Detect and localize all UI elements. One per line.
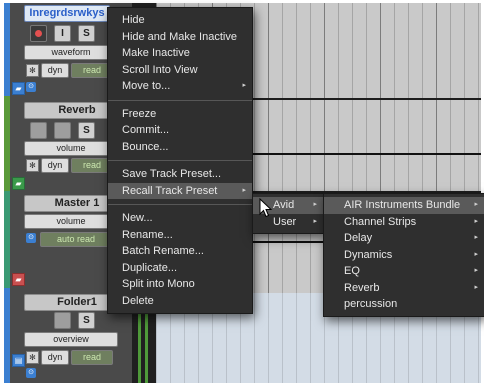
menu-item-label: Make Inactive: [122, 47, 190, 59]
menu-separator: [108, 160, 252, 161]
input-monitor-button[interactable]: [54, 122, 71, 139]
submenu-arrow-icon: ▸: [474, 217, 478, 225]
menu-separator: [108, 204, 252, 205]
menu-item-reverb[interactable]: Reverb ▸: [324, 280, 484, 297]
menu-item-label: New...: [122, 212, 153, 224]
menu-item-percussion[interactable]: percussion: [324, 296, 484, 313]
automation-mode-button[interactable]: auto read: [40, 232, 112, 247]
menu-item-recall-track-preset[interactable]: Recall Track Preset ▸: [108, 182, 252, 199]
track-view-selector[interactable]: volume: [24, 141, 118, 156]
menu-item-freeze[interactable]: Freeze: [108, 106, 252, 123]
folder-icon: ▤: [12, 354, 25, 367]
menu-item-label: Commit...: [122, 124, 170, 136]
solo-button[interactable]: S: [78, 312, 95, 329]
menu-item-bounce[interactable]: Bounce...: [108, 139, 252, 156]
input-icon[interactable]: ⊙: [26, 233, 36, 243]
menu-item-save-track-preset[interactable]: Save Track Preset...: [108, 166, 252, 183]
menu-item-split-into-mono[interactable]: Split into Mono: [108, 276, 252, 293]
avid-preset-submenu: AIR Instruments Bundle ▸ Channel Strips ▸ …: [323, 193, 484, 317]
menu-item-rename[interactable]: Rename...: [108, 227, 252, 244]
menu-item-label: Channel Strips: [344, 215, 417, 228]
menu-item-label: Reverb: [344, 281, 380, 294]
track-type-icon: ▰: [12, 273, 25, 286]
menu-item-duplicate[interactable]: Duplicate...: [108, 260, 252, 277]
menu-item-batch-rename[interactable]: Batch Rename...: [108, 243, 252, 260]
snowflake-icon[interactable]: ✻: [26, 64, 39, 77]
submenu-arrow-icon: ▸: [313, 201, 317, 208]
track-context-menu: Hide Hide and Make Inactive Make Inactiv…: [107, 7, 253, 314]
solo-button[interactable]: S: [78, 25, 95, 42]
submenu-arrow-icon: ▸: [474, 283, 478, 291]
menu-item-label: Save Track Preset...: [122, 168, 222, 180]
menu-item-delay[interactable]: Delay ▸: [324, 230, 484, 247]
menu-item-label: Recall Track Preset: [122, 184, 218, 197]
snowflake-icon[interactable]: ✻: [26, 159, 39, 172]
elastic-mode-button[interactable]: dyn: [41, 158, 69, 173]
menu-item-hide[interactable]: Hide: [108, 12, 252, 29]
snowflake-icon[interactable]: ✻: [26, 351, 39, 364]
menu-item-move-to[interactable]: Move to... ▸: [108, 78, 252, 95]
menu-item-label: User: [273, 215, 297, 228]
submenu-arrow-icon: ▸: [242, 82, 246, 89]
menu-item-label: Delay: [344, 232, 373, 244]
record-enable-button[interactable]: [30, 25, 47, 42]
menu-item-label: Avid: [273, 199, 295, 211]
menu-item-label: Move to...: [122, 80, 171, 92]
submenu-arrow-icon: ▸: [474, 250, 478, 258]
solo-button[interactable]: S: [78, 122, 95, 139]
menu-item-air-instruments-bundle[interactable]: AIR Instruments Bundle ▸: [324, 197, 484, 214]
menu-item-label: EQ: [344, 265, 360, 277]
mouse-pointer-icon: [259, 198, 273, 218]
menu-item-make-inactive[interactable]: Make Inactive: [108, 45, 252, 62]
menu-item-commit[interactable]: Commit...: [108, 122, 252, 139]
submenu-arrow-icon: ▸: [313, 217, 317, 225]
input-monitor-button[interactable]: [54, 312, 71, 329]
menu-item-label: Hide and Make Inactive: [122, 30, 237, 43]
menu-item-label: Batch Rename...: [122, 245, 204, 257]
input-monitor-button[interactable]: I: [54, 25, 71, 42]
submenu-arrow-icon: ▸: [474, 234, 478, 241]
track-color-strip: [4, 3, 10, 96]
menu-item-channel-strips[interactable]: Channel Strips ▸: [324, 214, 484, 231]
menu-item-label: Freeze: [122, 107, 157, 120]
menu-item-label: Duplicate...: [122, 261, 178, 274]
menu-item-label: Rename...: [122, 228, 173, 241]
menu-item-label: Scroll Into View: [122, 63, 198, 76]
record-icon: [35, 30, 42, 37]
elastic-mode-button[interactable]: dyn: [41, 350, 69, 365]
record-enable-button[interactable]: [30, 122, 47, 139]
track-type-icon: ▰: [12, 82, 25, 95]
menu-item-label: AIR Instruments Bundle: [344, 199, 461, 211]
menu-item-label: Dynamics: [344, 248, 393, 261]
menu-item-dynamics[interactable]: Dynamics ▸: [324, 247, 484, 264]
menu-item-label: Split into Mono: [122, 278, 195, 290]
menu-item-label: percussion: [344, 298, 398, 310]
input-icon[interactable]: ⊙: [26, 368, 36, 378]
track-name[interactable]: Inregrdsrwkys: [24, 5, 110, 22]
menu-item-label: Bounce...: [122, 140, 169, 153]
input-icon[interactable]: ⊙: [26, 82, 36, 92]
menu-item-label: Delete: [122, 294, 154, 307]
menu-item-label: Hide: [122, 14, 145, 26]
submenu-arrow-icon: ▸: [242, 186, 246, 194]
track-view-selector[interactable]: waveform: [24, 45, 118, 60]
track-view-selector[interactable]: overview: [24, 332, 118, 347]
track-color-strip: [4, 191, 10, 288]
menu-item-eq[interactable]: EQ ▸: [324, 263, 484, 280]
menu-item-new[interactable]: New...: [108, 210, 252, 227]
track-view-selector[interactable]: volume: [24, 214, 118, 229]
submenu-arrow-icon: ▸: [474, 267, 478, 274]
menu-item-hide-and-make-inactive[interactable]: Hide and Make Inactive: [108, 29, 252, 46]
menu-item-scroll-into-view[interactable]: Scroll Into View: [108, 62, 252, 79]
track-color-strip: [4, 96, 10, 191]
menu-item-delete[interactable]: Delete: [108, 293, 252, 310]
menu-separator: [108, 99, 252, 101]
reverb-volume-line: [244, 153, 481, 155]
submenu-arrow-icon: ▸: [474, 201, 478, 208]
automation-mode-button[interactable]: read: [71, 350, 113, 365]
elastic-mode-button[interactable]: dyn: [41, 63, 69, 78]
track-color-strip: [4, 288, 10, 383]
track-type-icon: ▰: [12, 177, 25, 190]
